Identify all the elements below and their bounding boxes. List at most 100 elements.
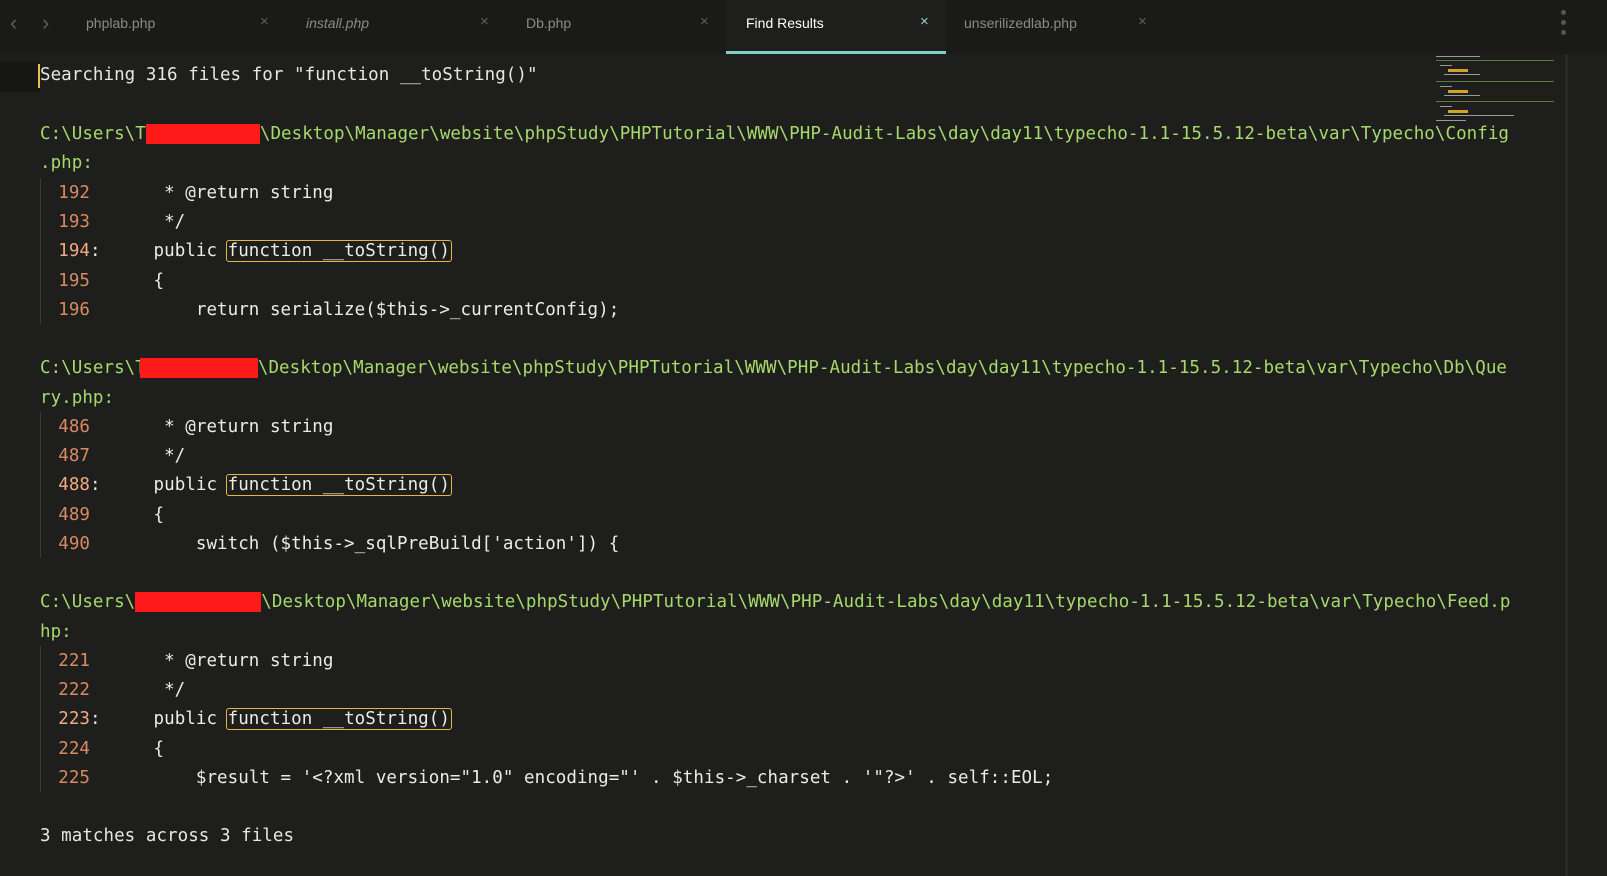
redaction-block	[145, 124, 260, 144]
tab-find-results[interactable]: Find Results ×	[726, 0, 946, 54]
line-number: 488	[58, 475, 90, 495]
line-number: 196	[58, 300, 90, 320]
result-line[interactable]: 222 */	[40, 675, 185, 705]
result-line[interactable]: 221 * @return string	[40, 646, 333, 676]
tab-bar: ‹ › phplab.php × install.php × Db.php × …	[0, 0, 1607, 54]
dot	[1561, 20, 1566, 25]
dot	[1561, 30, 1566, 35]
minimap-line	[1444, 115, 1514, 116]
path-suffix: \Desktop\Manager\website\phpStudy\PHPTut…	[259, 124, 1509, 144]
back-arrow-icon[interactable]: ‹	[10, 12, 17, 34]
redaction-block	[139, 358, 258, 378]
close-icon[interactable]: ×	[480, 13, 489, 30]
code-text: * @return string	[111, 417, 334, 437]
tab-db[interactable]: Db.php ×	[506, 0, 726, 54]
search-match-highlight[interactable]: function __toString()	[225, 708, 452, 730]
line-number: 487	[58, 446, 90, 466]
result-line[interactable]: 192 * @return string	[40, 178, 333, 208]
more-options-icon[interactable]	[1561, 10, 1567, 35]
result-line[interactable]: 486 * @return string	[40, 412, 333, 442]
redaction-block	[135, 592, 262, 612]
close-icon[interactable]: ×	[1138, 13, 1147, 30]
search-match-highlight[interactable]: function __toString()	[225, 240, 452, 262]
line-number: 222	[58, 680, 90, 700]
tab-label: Db.php	[526, 15, 572, 31]
tab-install[interactable]: install.php ×	[286, 0, 506, 54]
code-text: public	[111, 709, 228, 729]
minimap-line	[1436, 120, 1466, 121]
result-line-match[interactable]: 223: public function __toString()	[40, 704, 452, 734]
code-text: * @return string	[111, 183, 334, 203]
result-line[interactable]: 490 switch ($this->_sqlPreBuild['action'…	[40, 529, 619, 559]
line-number: 195	[58, 271, 90, 291]
search-match-highlight[interactable]: function __toString()	[225, 474, 452, 496]
result-line[interactable]: 225 $result = '<?xml version="1.0" encod…	[40, 763, 1053, 793]
path-suffix: \Desktop\Manager\website\phpStudy\PHPTut…	[261, 592, 1511, 612]
line-number: 194	[58, 241, 90, 261]
results-summary: 3 matches across 3 files	[40, 826, 295, 846]
line-number: 486	[58, 417, 90, 437]
result-file-path-wrap: hp:	[40, 622, 72, 642]
minimap[interactable]	[1434, 54, 1560, 124]
close-icon[interactable]: ×	[700, 13, 709, 30]
line-number: 490	[58, 534, 90, 554]
code-text: {	[111, 505, 165, 525]
result-file-path[interactable]: C:\Users\ \Desktop\Manager\website\phpStu…	[40, 587, 1510, 617]
code-text: */	[111, 446, 186, 466]
minimap-line	[1440, 86, 1452, 87]
result-line[interactable]: 224 {	[40, 734, 164, 764]
minimap-match	[1448, 90, 1468, 93]
search-header: Searching 316 files for "function __toSt…	[40, 65, 538, 85]
tab-phplab[interactable]: phplab.php ×	[66, 0, 286, 54]
path-prefix: C:\Users\T	[40, 358, 146, 378]
code-text: $result = '<?xml version="1.0" encoding=…	[111, 768, 1054, 788]
line-number: 193	[58, 212, 90, 232]
code-text: return serialize($this->_currentConfig);	[111, 300, 620, 320]
close-icon[interactable]: ×	[260, 13, 269, 30]
result-line-match[interactable]: 194: public function __toString()	[40, 236, 452, 266]
code-text: public	[111, 475, 228, 495]
code-text: */	[111, 680, 186, 700]
code-text: {	[111, 271, 165, 291]
minimap-line	[1444, 74, 1480, 75]
tab-label: unserilizedlab.php	[964, 15, 1077, 31]
result-file-path-wrap: ry.php:	[40, 388, 115, 408]
path-prefix: C:\Users\	[40, 592, 136, 612]
minimap-line	[1444, 95, 1480, 96]
result-line[interactable]: 193 */	[40, 207, 185, 237]
result-line[interactable]: 487 */	[40, 441, 185, 471]
result-line[interactable]: 195 {	[40, 266, 164, 296]
minimap-line	[1436, 81, 1554, 82]
vertical-scrollbar[interactable]	[1565, 54, 1568, 876]
minimap-line	[1436, 56, 1480, 57]
line-number: 489	[58, 505, 90, 525]
result-file-path[interactable]: C:\Users\T \Desktop\Manager\website\phpSt…	[40, 353, 1507, 383]
result-file-path[interactable]: C:\Users\T \Desktop\Manager\website\phpSt…	[40, 119, 1509, 149]
minimap-line	[1440, 106, 1452, 107]
minimap-match	[1448, 69, 1468, 72]
code-text: */	[111, 212, 186, 232]
forward-arrow-icon[interactable]: ›	[42, 12, 49, 34]
code-text: switch ($this->_sqlPreBuild['action']) {	[111, 534, 620, 554]
dot	[1561, 10, 1566, 15]
minimap-line	[1440, 65, 1452, 66]
path-prefix: C:\Users\T	[40, 124, 146, 144]
line-number: 223	[58, 709, 90, 729]
line-number: 192	[58, 183, 90, 203]
tab-label: phplab.php	[86, 15, 156, 31]
line-number: 225	[58, 768, 90, 788]
tab-unserilizedlab[interactable]: unserilizedlab.php ×	[944, 0, 1164, 54]
minimap-line	[1436, 101, 1554, 102]
result-line[interactable]: 196 return serialize($this->_currentConf…	[40, 295, 619, 325]
current-line-gutter	[0, 62, 40, 92]
path-suffix: \Desktop\Manager\website\phpStudy\PHPTut…	[257, 358, 1507, 378]
line-number: 224	[58, 739, 90, 759]
find-results-view[interactable]: Searching 316 files for "function __toSt…	[0, 54, 1510, 876]
result-line[interactable]: 489 {	[40, 500, 164, 530]
code-text: * @return string	[111, 651, 334, 671]
result-file-path-wrap: .php:	[40, 153, 93, 173]
code-text: public	[111, 241, 228, 261]
close-icon[interactable]: ×	[920, 13, 929, 30]
minimap-match	[1448, 110, 1468, 113]
result-line-match[interactable]: 488: public function __toString()	[40, 470, 452, 500]
